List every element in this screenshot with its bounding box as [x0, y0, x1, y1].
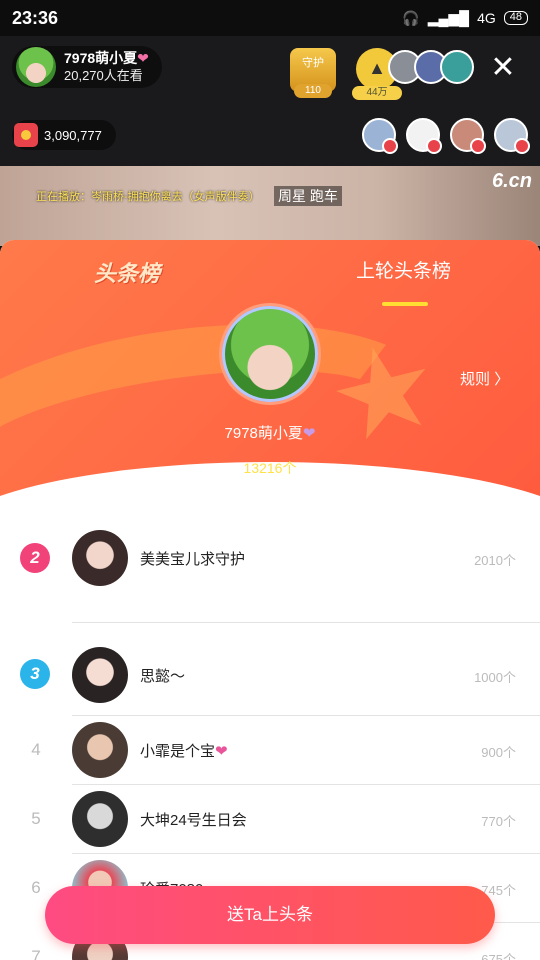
coin-icon	[14, 123, 38, 147]
list-item[interactable]: 5 大坤24号生日会 770个	[0, 785, 540, 854]
rules-label: 规则	[460, 371, 491, 388]
tab-indicator	[382, 302, 428, 306]
rank-badge: 2	[20, 543, 50, 573]
contributor-avatar[interactable]	[362, 118, 398, 154]
battery-icon: 48	[503, 11, 528, 25]
status-bar: 23:36 🎧 ▂▄▆█ 4G 48	[0, 0, 540, 36]
list-item-name: 思懿～	[140, 668, 186, 685]
list-item-value: 900个	[481, 745, 516, 760]
list-item-value: 675个	[481, 952, 516, 960]
list-item[interactable]: 3 思懿～ 1000个	[0, 623, 540, 716]
viewer-count: 20,270人在看	[64, 68, 143, 83]
host-name: 7978萌小夏	[64, 50, 138, 66]
coin-value: 3,090,777	[44, 127, 102, 143]
live-header: 7978萌小夏❤ 20,270人在看 守护 110 ▲ 44万 ✕ 3,090,…	[0, 36, 540, 166]
list-item-value: 2010个	[474, 553, 516, 568]
winner-count: 13216个	[243, 460, 297, 476]
list-item-name: 小霏是个宝	[140, 743, 216, 760]
list-item-value: 770个	[481, 814, 516, 829]
heart-icon: ❤	[302, 425, 316, 442]
winner-name-line: 7978萌小夏❤	[0, 422, 540, 443]
network-label: 4G	[477, 10, 496, 26]
guard-count: 110	[294, 84, 332, 98]
winner-name: 7978萌小夏	[224, 425, 303, 442]
rank-number: 6	[31, 878, 41, 897]
list-item-name-line: 小霏是个宝❤	[140, 740, 228, 761]
rank-number: 7	[31, 947, 41, 960]
live-video[interactable]: 正在播放：岑雨桥-拥抱你离去（女声版伴奏） 周星 跑车 6.cn	[0, 166, 540, 246]
heart-icon: ❤	[215, 743, 228, 760]
list-item-name: 美美宝儿求守护	[140, 551, 246, 568]
status-icons: 🎧 ▂▄▆█ 4G 48	[402, 10, 528, 27]
headline-rank-panel: ★ 头条榜 上轮头条榜 7978萌小夏❤ 13216个 规则 〉 2 美美宝儿求…	[0, 240, 540, 960]
viewer-avatar[interactable]	[440, 50, 474, 84]
witch-hat-icon: ▲	[368, 58, 386, 78]
list-item-value: 1000个	[474, 670, 516, 685]
rank-number: 4	[31, 740, 41, 759]
avatar[interactable]	[72, 791, 128, 847]
status-time: 23:36	[12, 7, 59, 28]
gift-tag: 周星 跑车	[274, 186, 342, 206]
send-headline-button[interactable]: 送Ta上头条	[45, 886, 495, 944]
guard-label: 守护	[302, 57, 324, 69]
rules-link[interactable]: 规则 〉	[460, 368, 509, 389]
winner-avatar[interactable]	[222, 306, 318, 402]
now-playing-text: 正在播放：岑雨桥-拥抱你离去（女声版伴奏）	[36, 191, 260, 203]
panel-header: ★ 头条榜 上轮头条榜 7978萌小夏❤ 13216个 规则 〉	[0, 240, 540, 622]
fan-count: 44万	[352, 86, 402, 100]
host-avatar[interactable]	[16, 47, 56, 87]
list-item[interactable]: 2 美美宝儿求守护 2010个	[0, 530, 540, 623]
chevron-right-icon: 〉	[494, 371, 510, 388]
tab-headline-rank[interactable]: 头条榜	[94, 256, 160, 288]
brand-logo: 6.cn	[491, 170, 532, 192]
rank-badge: 3	[20, 659, 50, 689]
close-icon[interactable]: ✕	[488, 53, 518, 84]
tab-previous-rank[interactable]: 上轮头条榜	[356, 256, 451, 283]
avatar[interactable]	[72, 530, 128, 586]
signal-icon: ▂▄▆█	[427, 9, 470, 26]
heart-icon: ❤	[137, 50, 149, 66]
headphones-icon: 🎧	[402, 9, 420, 26]
guard-badge[interactable]: 守护 110	[290, 48, 336, 98]
host-info[interactable]: 7978萌小夏❤ 20,270人在看	[12, 46, 162, 88]
contributor-avatar[interactable]	[450, 118, 486, 154]
list-item[interactable]: 4 小霏是个宝❤ 900个	[0, 716, 540, 785]
avatar[interactable]	[72, 647, 128, 703]
avatar[interactable]	[72, 722, 128, 778]
contributor-avatar[interactable]	[406, 118, 442, 154]
coin-balance[interactable]: 3,090,777	[12, 120, 116, 150]
rank-number: 5	[31, 809, 41, 828]
list-item-name: 大坤24号生日会	[140, 812, 247, 829]
contributor-avatar[interactable]	[494, 118, 530, 154]
